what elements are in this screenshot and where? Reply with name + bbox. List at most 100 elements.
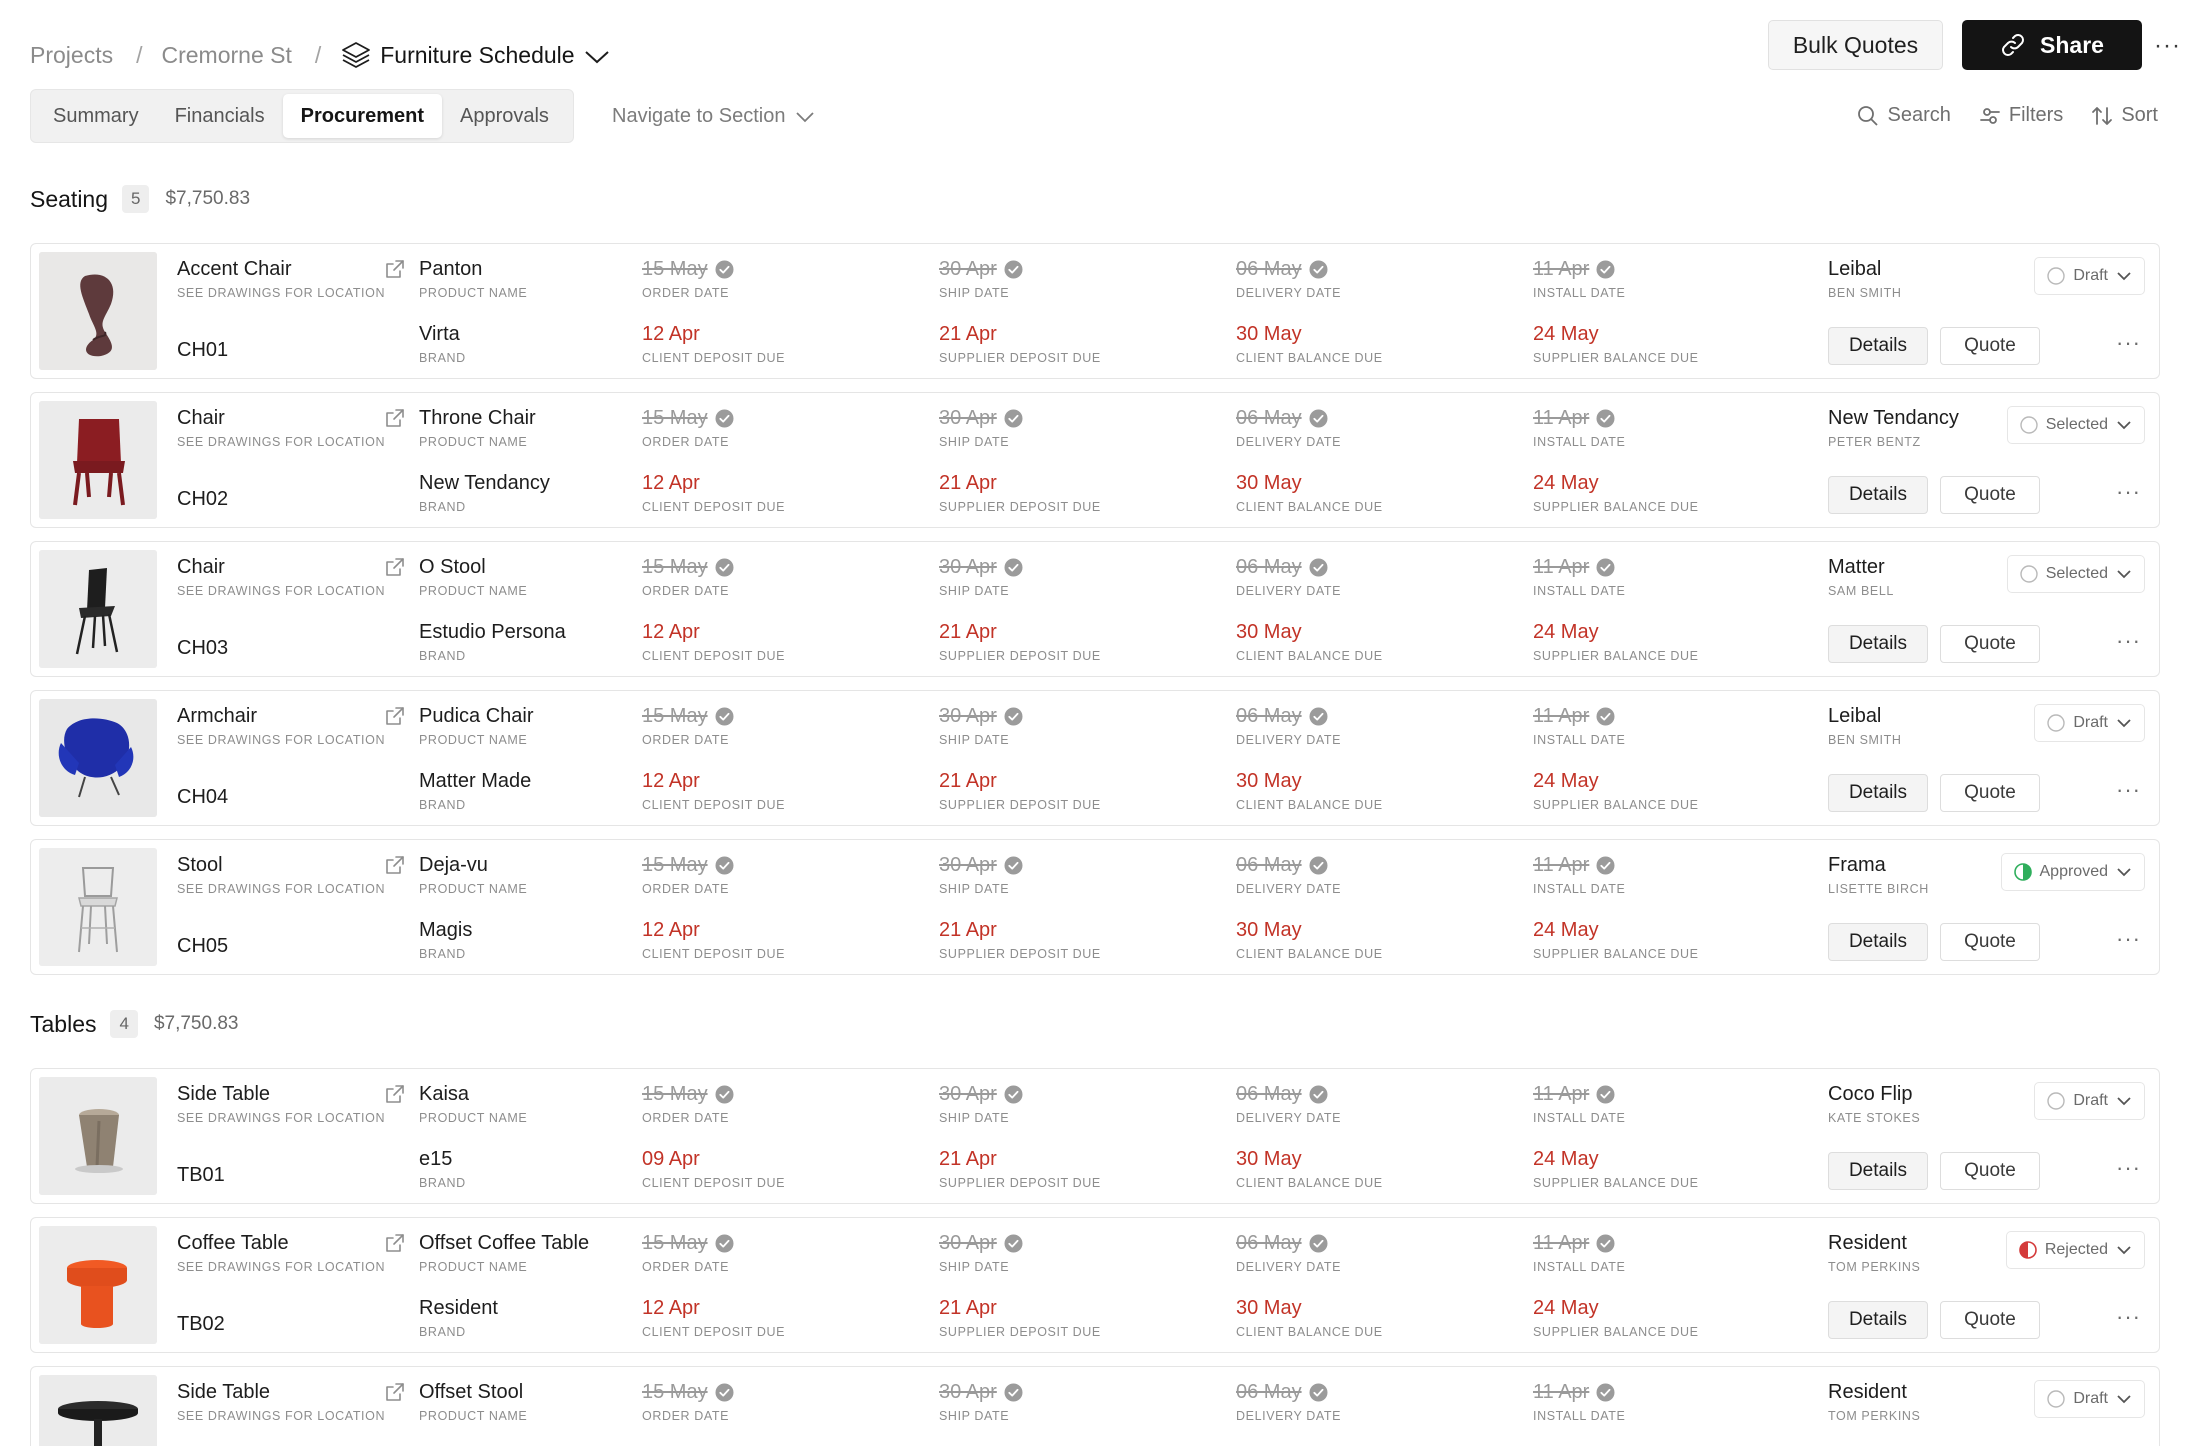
check-circle-icon xyxy=(1596,856,1615,875)
search-icon xyxy=(1858,105,1879,126)
sort-button[interactable]: Sort xyxy=(2091,104,2158,127)
order-date-value: 15 May xyxy=(642,1083,708,1105)
breadcrumb-project[interactable]: Cremorne St xyxy=(161,42,291,69)
navigate-to-section-dropdown[interactable]: Navigate to Section xyxy=(612,105,815,128)
quote-button[interactable]: Quote xyxy=(1940,327,2040,365)
tab-approvals[interactable]: Approvals xyxy=(442,94,567,138)
check-circle-icon xyxy=(1004,1234,1023,1253)
side-table-image[interactable] xyxy=(39,1077,157,1195)
item-code: CH02 xyxy=(177,488,229,510)
client_balance-value: 30 May xyxy=(1236,919,1302,941)
orange-table-image[interactable] xyxy=(39,1226,157,1344)
details-button[interactable]: Details xyxy=(1828,1301,1928,1339)
quote-button[interactable]: Quote xyxy=(1940,923,2040,961)
product-name: Deja-vu xyxy=(419,854,488,876)
external-link-icon[interactable] xyxy=(384,258,406,280)
client_balance-value: 30 May xyxy=(1236,1148,1302,1170)
accent-chair-image[interactable] xyxy=(39,252,157,370)
quote-button[interactable]: Quote xyxy=(1940,625,2040,663)
details-button[interactable]: Details xyxy=(1828,923,1928,961)
row-more-icon[interactable]: ··· xyxy=(2116,479,2141,505)
status-dropdown[interactable]: Selected xyxy=(2006,555,2145,593)
order-date: 15 May xyxy=(642,854,734,877)
row-more-icon[interactable]: ··· xyxy=(2116,330,2141,356)
check-circle-icon xyxy=(1596,707,1615,726)
external-link-icon[interactable] xyxy=(384,854,406,876)
filters-button[interactable]: Filters xyxy=(1979,104,2063,127)
blue-armchair-image[interactable] xyxy=(39,699,157,817)
product-name-label: PRODUCT NAME xyxy=(419,286,528,300)
client_deposit-label: CLIENT DEPOSIT DUE xyxy=(642,500,786,514)
location-label: SEE DRAWINGS FOR LOCATION xyxy=(177,1111,386,1125)
status-dropdown[interactable]: Draft xyxy=(2034,1380,2145,1418)
row-more-icon[interactable]: ··· xyxy=(2116,1155,2141,1181)
clear-stool-image[interactable] xyxy=(39,848,157,966)
external-link-icon[interactable] xyxy=(384,705,406,727)
row-more-icon[interactable]: ··· xyxy=(2116,777,2141,803)
brand-name: Virta xyxy=(419,323,460,345)
order_date-label: ORDER DATE xyxy=(642,1409,730,1423)
black-chair-image[interactable] xyxy=(39,550,157,668)
details-button[interactable]: Details xyxy=(1828,476,1928,514)
dark-side-table-image[interactable] xyxy=(39,1375,157,1446)
share-button[interactable]: Share xyxy=(1962,20,2142,70)
tab-procurement[interactable]: Procurement xyxy=(282,94,442,138)
group-title: Tables xyxy=(30,1010,97,1037)
status-dropdown[interactable]: Selected xyxy=(2006,406,2145,444)
order_date-label: ORDER DATE xyxy=(642,733,730,747)
status-dropdown[interactable]: Approved xyxy=(2000,853,2145,891)
status-dropdown[interactable]: Rejected xyxy=(2005,1231,2145,1269)
external-link-icon[interactable] xyxy=(384,556,406,578)
supplier_deposit-label: SUPPLIER DEPOSIT DUE xyxy=(939,649,1101,663)
delivery-date-value: 06 May xyxy=(1236,1232,1302,1254)
tab-summary[interactable]: Summary xyxy=(35,94,157,138)
supplier_balance-label: SUPPLIER BALANCE DUE xyxy=(1533,351,1699,365)
row-more-icon[interactable]: ··· xyxy=(2116,1304,2141,1330)
bulk-quotes-button[interactable]: Bulk Quotes xyxy=(1768,20,1943,70)
schedule-row[interactable]: Stool SEE DRAWINGS FOR LOCATION CH05 Deja-v… xyxy=(30,839,2160,975)
details-button[interactable]: Details xyxy=(1828,774,1928,812)
status-dropdown[interactable]: Draft xyxy=(2034,1082,2145,1120)
external-link-icon[interactable] xyxy=(384,1232,406,1254)
schedule-row[interactable]: Chair SEE DRAWINGS FOR LOCATION CH02 Throne… xyxy=(30,392,2160,528)
page-title: Furniture Schedule xyxy=(380,41,575,68)
brand-name: Estudio Persona xyxy=(419,621,566,643)
row-more-icon[interactable]: ··· xyxy=(2116,926,2141,952)
status-dropdown[interactable]: Draft xyxy=(2034,257,2145,295)
external-link-icon[interactable] xyxy=(384,1381,406,1403)
check-circle-icon xyxy=(1309,707,1328,726)
external-link-icon[interactable] xyxy=(384,407,406,429)
supplier-name: Leibal xyxy=(1828,258,1882,280)
chevron-down-icon xyxy=(2117,570,2131,579)
status-dropdown[interactable]: Draft xyxy=(2034,704,2145,742)
schedule-row[interactable]: Chair SEE DRAWINGS FOR LOCATION CH03 O Stoo… xyxy=(30,541,2160,677)
schedule-row[interactable]: Coffee Table SEE DRAWINGS FOR LOCATION TB0… xyxy=(30,1217,2160,1353)
schedule-row[interactable]: Armchair SEE DRAWINGS FOR LOCATION CH04 Pud… xyxy=(30,690,2160,826)
red-chair-image[interactable] xyxy=(39,401,157,519)
details-button[interactable]: Details xyxy=(1828,327,1928,365)
quote-button[interactable]: Quote xyxy=(1940,476,2040,514)
link-icon xyxy=(2002,34,2025,56)
schedule-row[interactable]: Accent Chair SEE DRAWINGS FOR LOCATION CH0… xyxy=(30,243,2160,379)
external-link-icon[interactable] xyxy=(384,1083,406,1105)
quote-button[interactable]: Quote xyxy=(1940,774,2040,812)
supplier_balance-label: SUPPLIER BALANCE DUE xyxy=(1533,1325,1699,1339)
schedule-row[interactable]: Side Table SEE DRAWINGS FOR LOCATION Offse… xyxy=(30,1366,2160,1446)
search-button[interactable]: Search xyxy=(1857,104,1951,127)
tab-financials[interactable]: Financials xyxy=(157,94,283,138)
install_date-label: INSTALL DATE xyxy=(1533,733,1626,747)
breadcrumb-current[interactable]: Furniture Schedule xyxy=(340,40,618,70)
ship_date-label: SHIP DATE xyxy=(939,584,1010,598)
brand-label: BRAND xyxy=(419,1325,466,1339)
row-more-icon[interactable]: ··· xyxy=(2116,628,2141,654)
quote-button[interactable]: Quote xyxy=(1940,1301,2040,1339)
details-button[interactable]: Details xyxy=(1828,625,1928,663)
check-circle-icon xyxy=(1309,1085,1328,1104)
breadcrumb-projects[interactable]: Projects xyxy=(30,42,113,69)
schedule-row[interactable]: Side Table SEE DRAWINGS FOR LOCATION TB01 K… xyxy=(30,1068,2160,1204)
check-circle-icon xyxy=(1309,260,1328,279)
client_balance-value: 30 May xyxy=(1236,472,1302,494)
quote-button[interactable]: Quote xyxy=(1940,1152,2040,1190)
details-button[interactable]: Details xyxy=(1828,1152,1928,1190)
more-options-icon[interactable]: ··· xyxy=(2154,32,2181,60)
